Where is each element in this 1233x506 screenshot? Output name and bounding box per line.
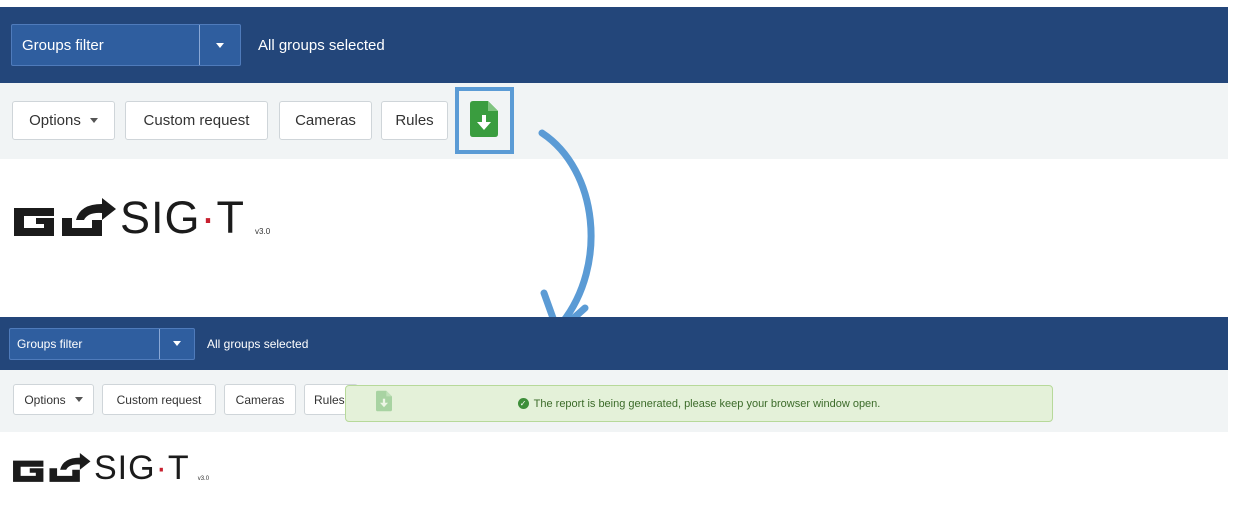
groups-filter-select[interactable]: Groups filter <box>11 24 241 66</box>
bottom-screenshot: Groups filter All groups selected Option… <box>0 317 1233 506</box>
file-download-icon <box>376 390 392 412</box>
custom-request-label: Custom request <box>116 392 202 407</box>
file-download-icon <box>470 101 498 137</box>
groups-status-text: All groups selected <box>207 336 309 351</box>
options-dropdown-button[interactable]: Options <box>12 101 115 140</box>
custom-request-label: Custom request <box>143 112 250 129</box>
logo-version: v3.0 <box>197 476 210 482</box>
download-report-button[interactable] <box>470 101 498 137</box>
rules-label: Rules <box>314 392 345 407</box>
gosight-logo: SIG·T v3.0 <box>10 190 270 240</box>
logo-version: v3.0 <box>255 227 271 236</box>
groups-filter-select[interactable]: Groups filter <box>9 327 195 360</box>
options-label: Options <box>29 112 81 129</box>
groups-status-text: All groups selected <box>258 36 385 54</box>
groups-filter-label: Groups filter <box>17 336 83 351</box>
check-circle-icon: ✓ <box>517 398 529 409</box>
groups-filter-dropdown-button[interactable] <box>159 328 194 359</box>
logo-text: SIG·T <box>94 449 190 487</box>
custom-request-button[interactable]: Custom request <box>125 101 268 140</box>
chevron-down-icon <box>216 42 224 48</box>
groups-header: Groups filter All groups selected <box>0 317 1228 370</box>
logo-red-dot: · <box>155 449 168 487</box>
curved-arrow-icon <box>538 129 595 336</box>
gosight-logo: SIG·T v3.0 <box>10 447 209 485</box>
logo-text: SIG·T <box>120 192 246 243</box>
custom-request-button[interactable]: Custom request <box>102 384 216 415</box>
notification-toast: ✓ The report is being generated, please … <box>345 385 1053 422</box>
cameras-button[interactable]: Cameras <box>224 384 296 415</box>
chevron-down-icon <box>74 397 83 402</box>
options-label: Options <box>24 392 66 407</box>
chevron-down-icon <box>173 341 181 346</box>
notification-text: The report is being generated, please ke… <box>533 397 881 410</box>
cameras-label: Cameras <box>295 112 356 129</box>
groups-header: Groups filter All groups selected <box>0 7 1228 83</box>
toolbar: Options Custom request Cameras Rules ✓ T… <box>0 370 1228 432</box>
chevron-down-icon <box>89 118 98 123</box>
options-dropdown-button[interactable]: Options <box>13 384 94 415</box>
logo-red-dot: · <box>200 192 217 243</box>
rules-label: Rules <box>395 112 434 129</box>
groups-filter-dropdown-button[interactable] <box>199 25 240 65</box>
rules-button[interactable]: Rules <box>381 101 448 140</box>
cameras-label: Cameras <box>235 392 285 407</box>
cameras-button[interactable]: Cameras <box>279 101 372 140</box>
groups-filter-label: Groups filter <box>22 36 104 54</box>
go-logo-mark <box>13 453 91 482</box>
go-logo-mark <box>14 198 116 236</box>
